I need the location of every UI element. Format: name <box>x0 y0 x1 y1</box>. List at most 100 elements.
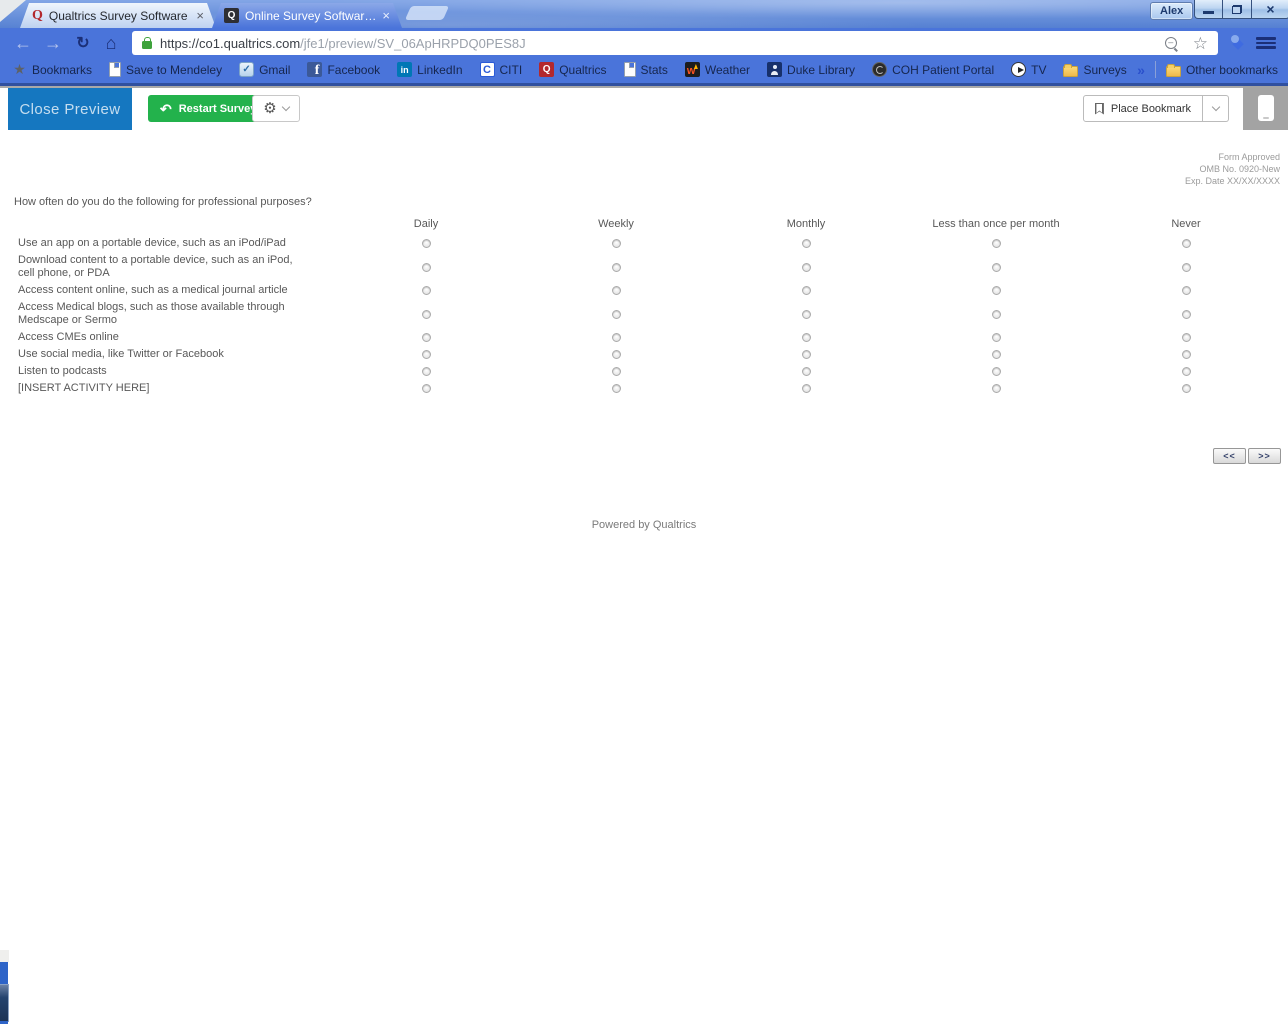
bookmark-surveys[interactable]: Surveys <box>1063 63 1127 77</box>
bookmark-label: COH Patient Portal <box>892 62 995 77</box>
radio-r5-c5[interactable] <box>1181 333 1191 342</box>
bookmark-bookmarks[interactable]: Bookmarks <box>12 62 92 77</box>
radio-r4-c5[interactable] <box>1181 309 1191 319</box>
radio-r1-c3[interactable] <box>801 239 811 248</box>
radio-r8-c3[interactable] <box>801 384 811 393</box>
radio-r3-c3[interactable] <box>801 286 811 295</box>
radio-r4-c2[interactable] <box>611 309 621 319</box>
other-bookmarks-button[interactable]: Other bookmarks <box>1165 63 1278 77</box>
powered-by-qualtrics: Powered by Qualtrics <box>591 519 697 531</box>
bookmark-save-to-mendeley[interactable]: Save to Mendeley <box>109 62 222 77</box>
matrix-cell <box>1091 262 1281 272</box>
back-icon[interactable]: ← <box>10 28 36 58</box>
matrix-cell <box>1091 350 1281 359</box>
home-icon[interactable]: ⌂ <box>98 28 124 58</box>
minimize-button[interactable] <box>1194 0 1223 19</box>
radio-r3-c1[interactable] <box>421 286 431 295</box>
radio-r7-c1[interactable] <box>421 367 431 376</box>
place-bookmark-dropdown-button[interactable] <box>1203 95 1229 122</box>
radio-r8-c4[interactable] <box>991 384 1001 393</box>
radio-r4-c4[interactable] <box>991 309 1001 319</box>
radio-r2-c3[interactable] <box>801 262 811 272</box>
matrix-row: Download content to a portable device, s… <box>0 252 1288 282</box>
bookmark-facebook[interactable]: Facebook <box>307 62 380 79</box>
bookmarks-overflow-chevron-icon[interactable]: » <box>1137 62 1145 78</box>
bookmark-citi[interactable]: CITI <box>479 62 522 77</box>
bookmark-tv[interactable]: TV <box>1011 62 1046 77</box>
place-bookmark-group: Place Bookmark <box>1082 95 1229 122</box>
radio-r3-c5[interactable] <box>1181 286 1191 295</box>
radio-r3-c4[interactable] <box>991 286 1001 295</box>
radio-r6-c4[interactable] <box>991 350 1001 359</box>
mobile-preview-panel[interactable] <box>1243 86 1288 130</box>
radio-r4-c1[interactable] <box>421 309 431 319</box>
exp-date-line: Exp. Date XX/XX/XXXX <box>1184 176 1280 186</box>
radio-r5-c3[interactable] <box>801 333 811 342</box>
radio-r6-c2[interactable] <box>611 350 621 359</box>
radio-r8-c5[interactable] <box>1181 384 1191 393</box>
reload-icon[interactable]: ↻ <box>70 28 96 58</box>
radio-r6-c3[interactable] <box>801 350 811 359</box>
radio-r2-c1[interactable] <box>421 262 431 272</box>
previous-page-button[interactable]: << <box>1213 448 1246 464</box>
bookmark-star-icon[interactable]: ☆ <box>1193 35 1208 52</box>
restart-survey-label: Restart Survey <box>178 102 257 115</box>
bookmark-label: Gmail <box>259 62 291 77</box>
extension-icon[interactable]: ◆ <box>1226 28 1250 58</box>
next-page-button[interactable]: >> <box>1248 448 1281 464</box>
matrix-cell <box>521 262 711 272</box>
duke-icon <box>767 62 783 77</box>
radio-r3-c2[interactable] <box>611 286 621 295</box>
tab-online-survey-software[interactable]: Q Online Survey Software | C × <box>212 3 402 28</box>
bookmark-coh-patient-portal[interactable]: COH Patient Portal <box>872 62 994 77</box>
restore-button[interactable] <box>1223 0 1252 19</box>
radio-r5-c2[interactable] <box>611 333 621 342</box>
radio-r1-c5[interactable] <box>1181 239 1191 248</box>
radio-r8-c1[interactable] <box>421 384 431 393</box>
matrix-row-label: Download content to a portable device, s… <box>18 254 293 279</box>
matrix-cell <box>331 350 521 359</box>
tab-close-icon[interactable]: × <box>382 9 390 22</box>
radio-r7-c3[interactable] <box>801 367 811 376</box>
matrix-cell <box>901 239 1091 248</box>
bookmark-stats[interactable]: Stats <box>623 62 668 77</box>
profile-button[interactable]: Alex <box>1150 2 1194 20</box>
zoom-out-icon[interactable] <box>1164 37 1177 49</box>
bookmark-qualtrics[interactable]: Qualtrics <box>539 62 607 77</box>
radio-r7-c4[interactable] <box>991 367 1001 376</box>
radio-r1-c2[interactable] <box>611 239 621 248</box>
qualtrics-favicon: Q <box>32 8 43 23</box>
close-preview-button[interactable]: Close Preview <box>8 88 132 130</box>
radio-r2-c2[interactable] <box>611 262 621 272</box>
new-tab-button[interactable] <box>404 6 450 20</box>
radio-r5-c4[interactable] <box>991 333 1001 342</box>
bookmark-duke-library[interactable]: Duke Library <box>767 62 855 77</box>
bookmark-weather[interactable]: Weather <box>684 62 750 77</box>
radio-r1-c1[interactable] <box>421 239 431 248</box>
forward-icon[interactable]: → <box>40 28 66 58</box>
matrix-cell <box>521 350 711 359</box>
menu-hamburger-icon[interactable] <box>1256 37 1276 49</box>
matrix-cell <box>1091 286 1281 295</box>
preview-options-button[interactable]: ⚙ <box>252 95 300 122</box>
address-bar[interactable]: https://co1.qualtrics.com/jfe1/preview/S… <box>132 31 1218 55</box>
radio-r2-c4[interactable] <box>991 262 1001 272</box>
radio-r7-c2[interactable] <box>611 367 621 376</box>
close-window-button[interactable]: × <box>1252 0 1288 19</box>
bookmark-linkedin[interactable]: LinkedIn <box>397 62 463 77</box>
radio-r6-c5[interactable] <box>1181 350 1191 359</box>
radio-r7-c5[interactable] <box>1181 367 1191 376</box>
place-bookmark-button[interactable]: Place Bookmark <box>1082 95 1203 122</box>
browser-window: Q Qualtrics Survey Software × Q Online S… <box>0 0 1288 1024</box>
restart-survey-button[interactable]: ↶ Restart Survey <box>148 95 269 122</box>
matrix-cell <box>711 367 901 376</box>
radio-r2-c5[interactable] <box>1181 262 1191 272</box>
tab-close-icon[interactable]: × <box>196 9 204 22</box>
radio-r6-c1[interactable] <box>421 350 431 359</box>
radio-r1-c4[interactable] <box>991 239 1001 248</box>
bookmark-gmail[interactable]: Gmail <box>239 62 290 77</box>
tab-qualtrics-survey-software[interactable]: Q Qualtrics Survey Software × <box>20 3 216 28</box>
radio-r5-c1[interactable] <box>421 333 431 342</box>
radio-r8-c2[interactable] <box>611 384 621 393</box>
radio-r4-c3[interactable] <box>801 309 811 319</box>
